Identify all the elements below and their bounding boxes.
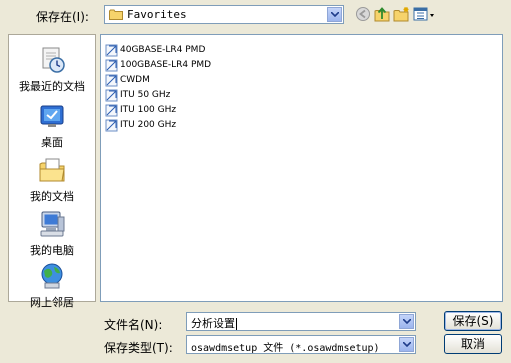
list-item[interactable]: ITU 50 GHz bbox=[105, 89, 170, 102]
internet-shortcut-icon bbox=[105, 44, 118, 57]
save-as-type-dropdown-button[interactable] bbox=[399, 337, 414, 352]
place-desktop[interactable]: 桌面 bbox=[9, 101, 95, 150]
internet-shortcut-icon bbox=[105, 59, 118, 72]
file-name-value: 分析设置 bbox=[191, 317, 237, 330]
places-bar: 我最近的文档 桌面 我的文档 我的电脑 网上邻居 bbox=[8, 34, 96, 309]
list-item[interactable]: 100GBASE-LR4 PMD bbox=[105, 59, 211, 72]
file-name: ITU 100 GHz bbox=[120, 105, 177, 115]
my-computer-icon bbox=[40, 211, 65, 237]
list-item[interactable]: ITU 100 GHz bbox=[105, 104, 176, 117]
up-folder-icon[interactable] bbox=[373, 6, 391, 22]
place-label: 桌面 bbox=[41, 136, 63, 149]
save-button[interactable]: 保存(S) bbox=[444, 311, 502, 331]
file-name: CWDM bbox=[120, 75, 150, 85]
place-my-documents[interactable]: 我的文档 bbox=[9, 155, 95, 204]
file-name-dropdown-button[interactable] bbox=[399, 314, 414, 329]
internet-shortcut-icon bbox=[105, 89, 118, 102]
network-places-icon bbox=[41, 263, 63, 289]
place-label: 我的文档 bbox=[30, 190, 74, 203]
new-folder-icon[interactable] bbox=[393, 6, 411, 22]
my-documents-icon bbox=[39, 158, 65, 182]
view-menu-icon[interactable] bbox=[413, 6, 437, 22]
list-item[interactable]: CWDM bbox=[105, 74, 150, 87]
file-name-label: 文件名(N): bbox=[104, 318, 163, 332]
internet-shortcut-icon bbox=[105, 119, 118, 132]
file-name-input[interactable]: 分析设置 bbox=[186, 312, 416, 331]
save-as-type-value: osawdmsetup 文件 (*.osawdmsetup) bbox=[191, 343, 380, 354]
save-in-label: 保存在(I): bbox=[36, 10, 89, 24]
place-label: 我最近的文档 bbox=[19, 80, 85, 93]
folder-icon bbox=[109, 9, 123, 20]
dropdown-button[interactable] bbox=[327, 7, 342, 22]
internet-shortcut-icon bbox=[105, 74, 118, 87]
back-icon[interactable] bbox=[354, 6, 372, 22]
place-my-computer[interactable]: 我的电脑 bbox=[9, 209, 95, 258]
save-as-type-select[interactable]: osawdmsetup 文件 (*.osawdmsetup) bbox=[186, 335, 416, 354]
internet-shortcut-icon bbox=[105, 104, 118, 117]
place-network-places[interactable]: 网上邻居 bbox=[9, 261, 95, 310]
file-name: ITU 50 GHz bbox=[120, 90, 171, 100]
list-item[interactable]: ITU 200 GHz bbox=[105, 119, 176, 132]
file-name: ITU 200 GHz bbox=[120, 120, 177, 130]
recent-documents-icon bbox=[42, 47, 65, 73]
chevron-down-icon bbox=[403, 319, 411, 324]
file-list[interactable]: 40GBASE-LR4 PMD 100GBASE-LR4 PMD CWDM IT… bbox=[100, 34, 503, 302]
list-item[interactable]: 40GBASE-LR4 PMD bbox=[105, 44, 205, 57]
desktop-icon bbox=[40, 105, 64, 127]
save-location-value: Favorites bbox=[127, 8, 187, 21]
save-as-type-label: 保存类型(T): bbox=[104, 341, 173, 355]
file-name: 100GBASE-LR4 PMD bbox=[120, 60, 212, 70]
place-label: 我的电脑 bbox=[30, 244, 74, 257]
place-recent-documents[interactable]: 我最近的文档 bbox=[9, 45, 95, 94]
file-name: 40GBASE-LR4 PMD bbox=[120, 45, 206, 55]
chevron-down-icon bbox=[331, 12, 339, 17]
chevron-down-icon bbox=[403, 342, 411, 347]
cancel-button[interactable]: 取消 bbox=[444, 334, 502, 354]
place-label: 网上邻居 bbox=[30, 296, 74, 309]
save-location-dropdown[interactable]: Favorites bbox=[104, 5, 344, 24]
